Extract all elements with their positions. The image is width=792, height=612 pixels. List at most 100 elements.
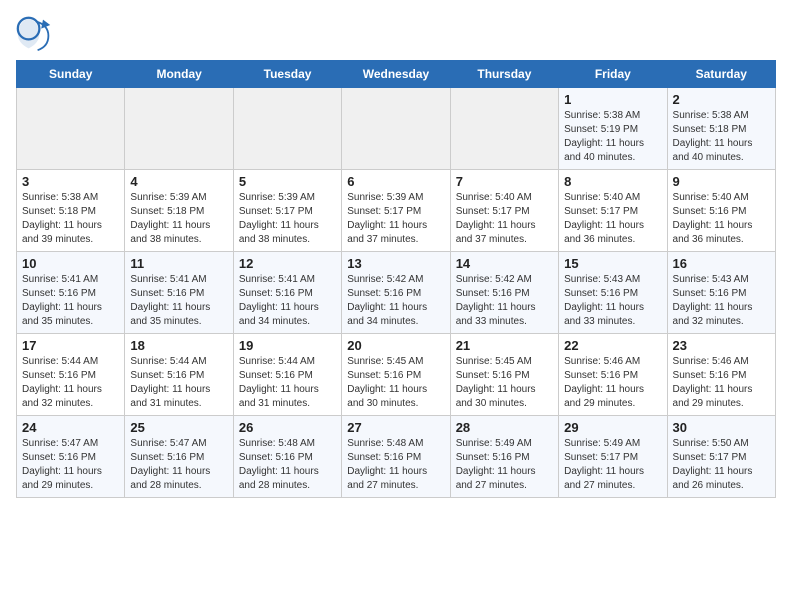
day-number: 20 — [347, 338, 444, 353]
day-number: 11 — [130, 256, 227, 271]
calendar-cell: 10 Sunrise: 5:41 AMSunset: 5:16 PMDayligh… — [17, 252, 125, 334]
calendar-cell — [233, 88, 341, 170]
day-info: Sunrise: 5:49 AMSunset: 5:17 PMDaylight:… — [564, 437, 661, 493]
day-info: Sunrise: 5:44 AMSunset: 5:16 PMDaylight:… — [22, 355, 119, 411]
day-number: 9 — [673, 174, 770, 189]
day-number: 30 — [673, 420, 770, 435]
day-info: Sunrise: 5:48 AMSunset: 5:16 PMDaylight:… — [239, 437, 336, 493]
col-header-thursday: Thursday — [450, 61, 558, 88]
day-number: 6 — [347, 174, 444, 189]
calendar-cell: 22 Sunrise: 5:46 AMSunset: 5:16 PMDayligh… — [559, 334, 667, 416]
day-info: Sunrise: 5:41 AMSunset: 5:16 PMDaylight:… — [239, 273, 336, 329]
calendar-table: SundayMondayTuesdayWednesdayThursdayFrid… — [16, 60, 776, 498]
day-number: 13 — [347, 256, 444, 271]
calendar-cell: 11 Sunrise: 5:41 AMSunset: 5:16 PMDayligh… — [125, 252, 233, 334]
day-info: Sunrise: 5:47 AMSunset: 5:16 PMDaylight:… — [22, 437, 119, 493]
day-info: Sunrise: 5:42 AMSunset: 5:16 PMDaylight:… — [347, 273, 444, 329]
day-info: Sunrise: 5:39 AMSunset: 5:17 PMDaylight:… — [239, 191, 336, 247]
day-number: 17 — [22, 338, 119, 353]
calendar-cell: 7 Sunrise: 5:40 AMSunset: 5:17 PMDaylight… — [450, 170, 558, 252]
col-header-tuesday: Tuesday — [233, 61, 341, 88]
calendar-cell: 18 Sunrise: 5:44 AMSunset: 5:16 PMDayligh… — [125, 334, 233, 416]
col-header-friday: Friday — [559, 61, 667, 88]
day-number: 25 — [130, 420, 227, 435]
day-number: 1 — [564, 92, 661, 107]
calendar-cell — [125, 88, 233, 170]
day-info: Sunrise: 5:43 AMSunset: 5:16 PMDaylight:… — [673, 273, 770, 329]
day-info: Sunrise: 5:46 AMSunset: 5:16 PMDaylight:… — [564, 355, 661, 411]
day-number: 18 — [130, 338, 227, 353]
day-number: 23 — [673, 338, 770, 353]
calendar-cell: 20 Sunrise: 5:45 AMSunset: 5:16 PMDayligh… — [342, 334, 450, 416]
day-number: 27 — [347, 420, 444, 435]
logo-icon — [16, 16, 52, 52]
day-info: Sunrise: 5:44 AMSunset: 5:16 PMDaylight:… — [130, 355, 227, 411]
col-header-saturday: Saturday — [667, 61, 775, 88]
day-info: Sunrise: 5:44 AMSunset: 5:16 PMDaylight:… — [239, 355, 336, 411]
calendar-cell: 4 Sunrise: 5:39 AMSunset: 5:18 PMDaylight… — [125, 170, 233, 252]
col-header-sunday: Sunday — [17, 61, 125, 88]
day-info: Sunrise: 5:45 AMSunset: 5:16 PMDaylight:… — [347, 355, 444, 411]
calendar-cell: 21 Sunrise: 5:45 AMSunset: 5:16 PMDayligh… — [450, 334, 558, 416]
logo — [16, 16, 58, 52]
day-number: 29 — [564, 420, 661, 435]
day-info: Sunrise: 5:38 AMSunset: 5:18 PMDaylight:… — [22, 191, 119, 247]
calendar-cell: 28Sunrise: 5:49 AMSunset: 5:16 PMDayligh… — [450, 416, 558, 498]
calendar-cell: 2 Sunrise: 5:38 AMSunset: 5:18 PMDaylight… — [667, 88, 775, 170]
calendar-cell: 23 Sunrise: 5:46 AMSunset: 5:16 PMDayligh… — [667, 334, 775, 416]
calendar-cell: 3 Sunrise: 5:38 AMSunset: 5:18 PMDaylight… — [17, 170, 125, 252]
calendar-cell: 15Sunrise: 5:43 AMSunset: 5:16 PMDayligh… — [559, 252, 667, 334]
day-number: 5 — [239, 174, 336, 189]
day-info: Sunrise: 5:39 AMSunset: 5:18 PMDaylight:… — [130, 191, 227, 247]
day-info: Sunrise: 5:46 AMSunset: 5:16 PMDaylight:… — [673, 355, 770, 411]
day-number: 21 — [456, 338, 553, 353]
calendar-cell — [17, 88, 125, 170]
week-row-3: 17 Sunrise: 5:44 AMSunset: 5:16 PMDayligh… — [17, 334, 776, 416]
calendar-cell: 26 Sunrise: 5:48 AMSunset: 5:16 PMDayligh… — [233, 416, 341, 498]
day-number: 22 — [564, 338, 661, 353]
day-info: Sunrise: 5:40 AMSunset: 5:17 PMDaylight:… — [564, 191, 661, 247]
day-number: 4 — [130, 174, 227, 189]
day-info: Sunrise: 5:45 AMSunset: 5:16 PMDaylight:… — [456, 355, 553, 411]
col-header-monday: Monday — [125, 61, 233, 88]
day-number: 3 — [22, 174, 119, 189]
calendar-cell: 14 Sunrise: 5:42 AMSunset: 5:16 PMDayligh… — [450, 252, 558, 334]
day-number: 28 — [456, 420, 553, 435]
day-number: 26 — [239, 420, 336, 435]
calendar-cell: 13 Sunrise: 5:42 AMSunset: 5:16 PMDayligh… — [342, 252, 450, 334]
calendar-cell: 27Sunrise: 5:48 AMSunset: 5:16 PMDayligh… — [342, 416, 450, 498]
calendar-cell — [450, 88, 558, 170]
calendar-cell: 8 Sunrise: 5:40 AMSunset: 5:17 PMDaylight… — [559, 170, 667, 252]
day-number: 19 — [239, 338, 336, 353]
day-info: Sunrise: 5:42 AMSunset: 5:16 PMDaylight:… — [456, 273, 553, 329]
day-info: Sunrise: 5:40 AMSunset: 5:17 PMDaylight:… — [456, 191, 553, 247]
day-number: 7 — [456, 174, 553, 189]
calendar-cell: 19 Sunrise: 5:44 AMSunset: 5:16 PMDayligh… — [233, 334, 341, 416]
day-info: Sunrise: 5:41 AMSunset: 5:16 PMDaylight:… — [130, 273, 227, 329]
day-info: Sunrise: 5:38 AMSunset: 5:19 PMDaylight:… — [564, 109, 661, 165]
calendar-cell: 9 Sunrise: 5:40 AMSunset: 5:16 PMDaylight… — [667, 170, 775, 252]
day-number: 14 — [456, 256, 553, 271]
day-info: Sunrise: 5:38 AMSunset: 5:18 PMDaylight:… — [673, 109, 770, 165]
calendar-cell — [342, 88, 450, 170]
day-number: 2 — [673, 92, 770, 107]
day-info: Sunrise: 5:41 AMSunset: 5:16 PMDaylight:… — [22, 273, 119, 329]
calendar-cell: 6 Sunrise: 5:39 AMSunset: 5:17 PMDaylight… — [342, 170, 450, 252]
week-row-4: 24 Sunrise: 5:47 AMSunset: 5:16 PMDayligh… — [17, 416, 776, 498]
calendar-cell: 1 Sunrise: 5:38 AMSunset: 5:19 PMDaylight… — [559, 88, 667, 170]
week-row-2: 10 Sunrise: 5:41 AMSunset: 5:16 PMDayligh… — [17, 252, 776, 334]
calendar-cell: 5 Sunrise: 5:39 AMSunset: 5:17 PMDaylight… — [233, 170, 341, 252]
day-number: 12 — [239, 256, 336, 271]
day-info: Sunrise: 5:47 AMSunset: 5:16 PMDaylight:… — [130, 437, 227, 493]
calendar-cell: 16Sunrise: 5:43 AMSunset: 5:16 PMDayligh… — [667, 252, 775, 334]
day-info: Sunrise: 5:39 AMSunset: 5:17 PMDaylight:… — [347, 191, 444, 247]
week-row-0: 1 Sunrise: 5:38 AMSunset: 5:19 PMDaylight… — [17, 88, 776, 170]
day-number: 10 — [22, 256, 119, 271]
calendar-cell: 25 Sunrise: 5:47 AMSunset: 5:16 PMDayligh… — [125, 416, 233, 498]
day-info: Sunrise: 5:40 AMSunset: 5:16 PMDaylight:… — [673, 191, 770, 247]
day-info: Sunrise: 5:50 AMSunset: 5:17 PMDaylight:… — [673, 437, 770, 493]
calendar-cell: 12 Sunrise: 5:41 AMSunset: 5:16 PMDayligh… — [233, 252, 341, 334]
calendar-cell: 29 Sunrise: 5:49 AMSunset: 5:17 PMDayligh… — [559, 416, 667, 498]
day-number: 24 — [22, 420, 119, 435]
day-number: 8 — [564, 174, 661, 189]
